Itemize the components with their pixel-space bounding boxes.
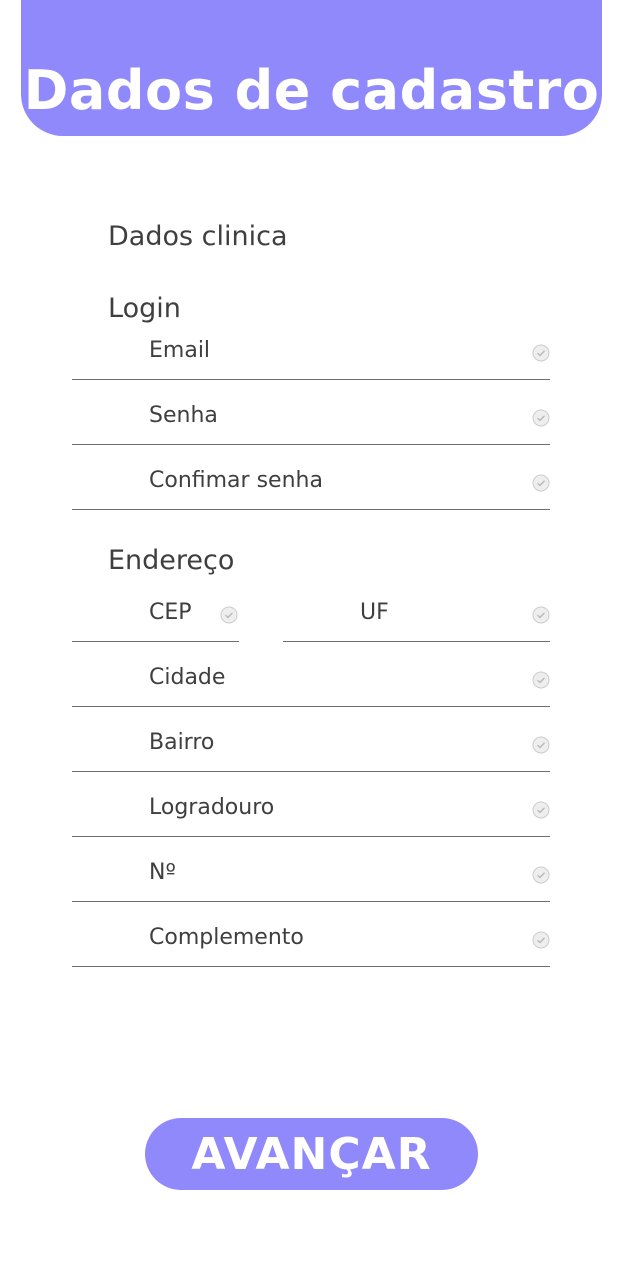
check-circle-icon [532, 736, 550, 754]
password-label: Senha [149, 403, 218, 428]
confirm-password-label: Confimar senha [149, 468, 323, 493]
page-title: Dados de cadastro [23, 58, 600, 122]
uf-field[interactable]: UF [283, 596, 550, 642]
confirm-password-field[interactable]: Confimar senha [72, 464, 550, 510]
number-label: Nº [149, 860, 176, 885]
check-circle-icon [532, 671, 550, 689]
password-field[interactable]: Senha [72, 399, 550, 445]
email-field[interactable]: Email [72, 334, 550, 380]
number-field[interactable]: Nº [72, 856, 550, 902]
check-circle-icon [532, 866, 550, 884]
uf-label: UF [360, 600, 389, 625]
complement-field[interactable]: Complemento [72, 921, 550, 967]
street-field[interactable]: Logradouro [72, 791, 550, 837]
neighborhood-field[interactable]: Bairro [72, 726, 550, 772]
city-label: Cidade [149, 665, 226, 690]
check-circle-icon [532, 606, 550, 624]
cep-label: CEP [149, 600, 192, 625]
check-circle-icon [220, 606, 238, 624]
check-circle-icon [532, 474, 550, 492]
section-title-address: Endereço [108, 545, 235, 576]
check-circle-icon [532, 344, 550, 362]
check-circle-icon [532, 801, 550, 819]
email-label: Email [149, 338, 211, 363]
check-circle-icon [532, 409, 550, 427]
complement-label: Complemento [149, 925, 304, 950]
neighborhood-label: Bairro [149, 730, 215, 755]
cep-field[interactable]: CEP [72, 596, 239, 642]
check-circle-icon [532, 931, 550, 949]
street-label: Logradouro [149, 795, 275, 820]
next-button[interactable]: AVANÇAR [145, 1118, 478, 1190]
section-title-clinic: Dados clinica [108, 221, 288, 252]
page-header: Dados de cadastro [21, 0, 602, 136]
city-field[interactable]: Cidade [72, 661, 550, 707]
section-title-login: Login [108, 293, 181, 324]
